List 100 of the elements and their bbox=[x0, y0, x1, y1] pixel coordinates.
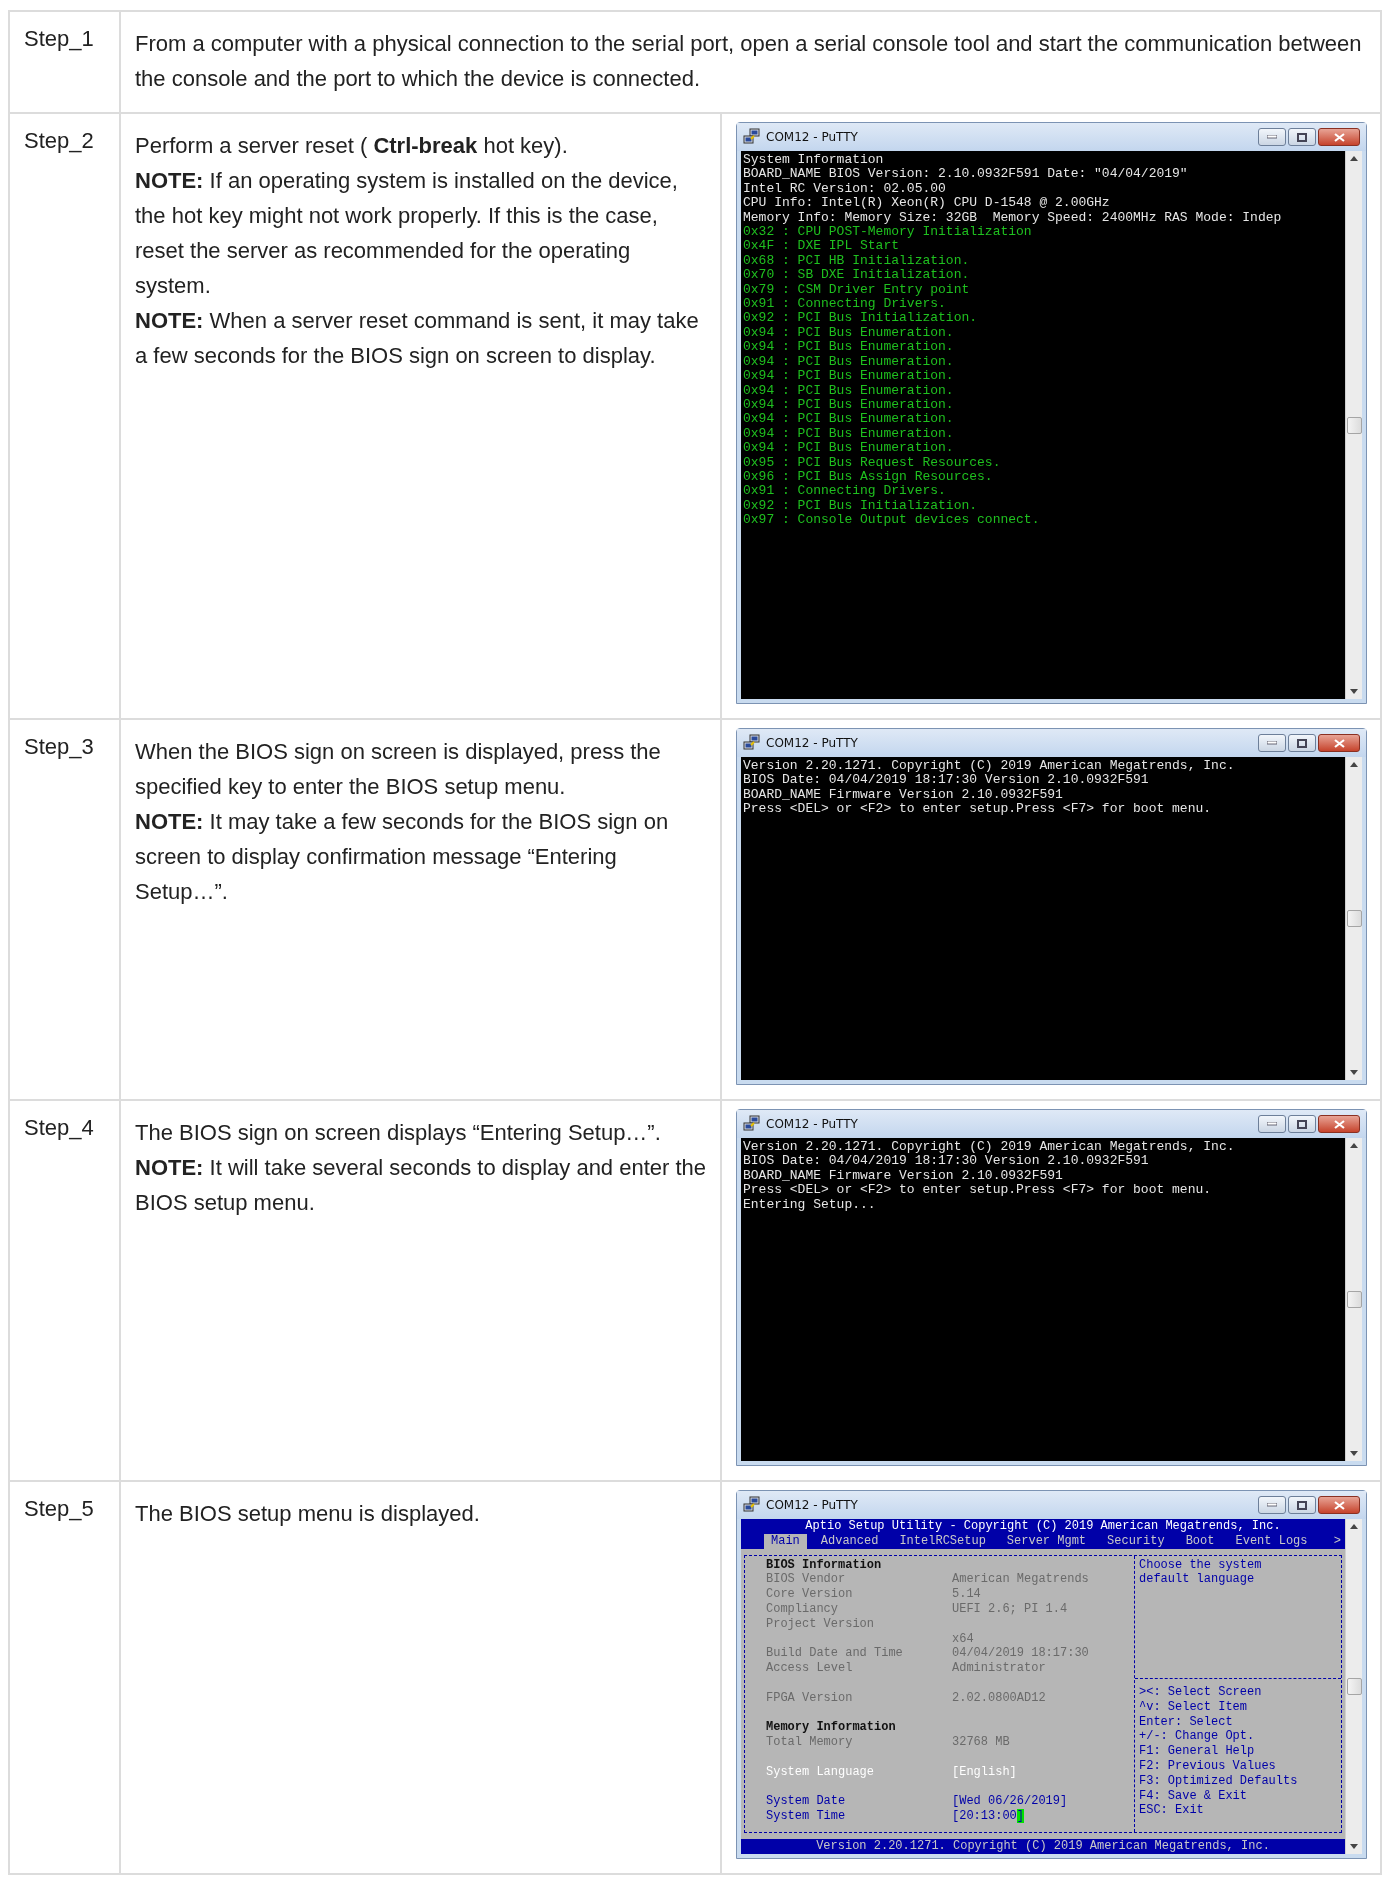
bios-item-label: Build Date and Time bbox=[766, 1646, 903, 1661]
key-hint: ><: Select Screen bbox=[1138, 1685, 1263, 1700]
scroll-up-arrow-icon[interactable] bbox=[1350, 1143, 1358, 1148]
bios-tab[interactable]: IntelRCSetup bbox=[892, 1533, 993, 1549]
scroll-down-arrow-icon[interactable] bbox=[1350, 1451, 1358, 1456]
close-button[interactable] bbox=[1318, 734, 1360, 752]
step-text: NOTE: When a server reset command is sent, it may take a few seconds for the BIOS sign on screen to display. bbox=[135, 307, 700, 370]
window-title: COM12 - PuTTY bbox=[766, 1498, 858, 1512]
bios-tab[interactable]: Security bbox=[1100, 1533, 1172, 1549]
console-line: 0x91 : Connecting Drivers. bbox=[743, 484, 947, 499]
scrollbar-thumb[interactable] bbox=[1346, 1291, 1362, 1308]
console-line: 0x94 : PCI Bus Enumeration. bbox=[743, 369, 955, 384]
minimize-button[interactable] bbox=[1258, 734, 1286, 752]
bios-header: Aptio Setup Utility - Copyright (C) 2019 American Megatrends, Inc. bbox=[741, 1519, 1345, 1534]
scrollbar-thumb[interactable] bbox=[1346, 1678, 1362, 1695]
help-text: Choose the system bbox=[1138, 1557, 1263, 1573]
bios-item-label: System Time bbox=[766, 1809, 846, 1824]
minimize-button[interactable] bbox=[1258, 1115, 1286, 1133]
console-line: 0x94 : PCI Bus Enumeration. bbox=[743, 383, 955, 398]
step-text: Perform a server reset ( Ctrl-break hot key). bbox=[135, 132, 569, 160]
console-line: 0x94 : PCI Bus Enumeration. bbox=[743, 325, 955, 341]
console-line: 0x94 : PCI Bus Enumeration. bbox=[743, 412, 955, 427]
bios-item-value: 04/04/2019 18:17:30 bbox=[952, 1646, 1089, 1662]
console-line: Entering Setup... bbox=[743, 1197, 877, 1213]
console-line: 0x97 : Console Output devices connect. bbox=[743, 513, 1041, 528]
bios-tab[interactable]: Advanced bbox=[813, 1533, 886, 1549]
console-line: Intel RC Version: 02.05.00 bbox=[743, 181, 947, 197]
close-button[interactable] bbox=[1318, 128, 1360, 146]
console-line: BOARD_NAME Firmware Version 2.10.0932F591 bbox=[743, 1168, 1064, 1184]
bios-tab[interactable]: Boot bbox=[1178, 1533, 1222, 1549]
maximize-button[interactable] bbox=[1288, 128, 1316, 146]
console-line: 0x96 : PCI Bus Assign Resources. bbox=[743, 469, 994, 485]
bios-item-value: American Megatrends bbox=[952, 1572, 1089, 1588]
bios-item-label: Compliancy bbox=[766, 1602, 838, 1616]
bios-item-value: UEFI 2.6; PI 1.4 bbox=[952, 1602, 1068, 1617]
bios-item-label: BIOS Information bbox=[766, 1557, 882, 1572]
console-line: System Information bbox=[743, 153, 885, 168]
computers-icon bbox=[743, 734, 761, 752]
console-line: CPU Info: Intel(R) Xeon(R) CPU D-1548 @ 2.00GHz bbox=[743, 196, 1111, 211]
bios-item-value[interactable]: [Wed 06/26/2019] bbox=[952, 1794, 1068, 1810]
console-line: 0x94 : PCI Bus Enumeration. bbox=[743, 340, 955, 355]
console-line: 0x70 : SB DXE Initialization. bbox=[743, 268, 971, 283]
bios-item-value[interactable]: [20:13:00] bbox=[952, 1809, 1024, 1824]
scrollbar[interactable] bbox=[1345, 757, 1362, 1080]
close-button[interactable] bbox=[1318, 1496, 1360, 1514]
minimize-button[interactable] bbox=[1258, 128, 1286, 146]
scroll-up-arrow-icon[interactable] bbox=[1350, 762, 1358, 767]
bios-item-value: 32768 MB bbox=[952, 1735, 1010, 1750]
key-hint: F1: General Help bbox=[1138, 1744, 1256, 1759]
scroll-down-arrow-icon[interactable] bbox=[1350, 1070, 1358, 1075]
help-text: default language bbox=[1138, 1572, 1256, 1588]
scroll-up-arrow-icon[interactable] bbox=[1350, 156, 1358, 161]
bios-tab[interactable]: Event Logs bbox=[1228, 1533, 1315, 1549]
step-label: Step_2 bbox=[24, 128, 94, 153]
console-line: 0x94 : PCI Bus Enumeration. bbox=[743, 426, 955, 442]
console-line: 0x92 : PCI Bus Initialization. bbox=[743, 311, 979, 326]
scrollbar-thumb[interactable] bbox=[1346, 910, 1362, 927]
scrollbar[interactable] bbox=[1345, 1519, 1362, 1854]
bios-item-label: System Date bbox=[766, 1794, 846, 1809]
minimize-button[interactable] bbox=[1258, 1496, 1286, 1514]
console-line: BIOS Date: 04/04/2019 18:17:30 Version 2.10.0932F591 bbox=[743, 773, 1150, 788]
close-icon bbox=[1333, 1500, 1345, 1510]
console-line: Press <DEL> or <F2> to enter setup.Press <F7> for boot menu. bbox=[743, 802, 1213, 817]
bios-item-label: Total Memory bbox=[766, 1735, 853, 1750]
console-line: 0x91 : Connecting Drivers. bbox=[743, 297, 947, 312]
console-line: 0x94 : PCI Bus Enumeration. bbox=[743, 397, 955, 413]
console-line: Version 2.20.1271. Copyright (C) 2019 American Megatrends, Inc. bbox=[743, 759, 1236, 774]
console-line: 0x68 : PCI HB Initialization. bbox=[743, 253, 971, 269]
key-hint: F2: Previous Values bbox=[1138, 1759, 1277, 1774]
bios-item-label: Project Version bbox=[766, 1616, 875, 1631]
maximize-button[interactable] bbox=[1288, 1115, 1316, 1133]
key-hint: Enter: Select bbox=[1138, 1714, 1234, 1730]
console-line: BOARD_NAME BIOS Version: 2.10.0932F591 Date: "04/04/2019" bbox=[743, 167, 1189, 182]
scroll-down-arrow-icon[interactable] bbox=[1350, 1844, 1358, 1849]
maximize-button[interactable] bbox=[1288, 1496, 1316, 1514]
scrollbar[interactable] bbox=[1345, 151, 1362, 699]
bios-item-label: FPGA Version bbox=[766, 1690, 853, 1705]
console-line: BOARD_NAME Firmware Version 2.10.0932F591 bbox=[743, 787, 1064, 803]
minimize-icon bbox=[1267, 741, 1277, 745]
close-button[interactable] bbox=[1318, 1115, 1360, 1133]
step-text: When the BIOS sign on screen is displayed, press the specified key to enter the BIOS setup menu. bbox=[135, 738, 662, 801]
step-text: The BIOS setup menu is displayed. bbox=[135, 1500, 481, 1528]
minimize-icon bbox=[1267, 135, 1277, 139]
bios-item-label: Core Version bbox=[766, 1587, 853, 1602]
window-title: COM12 - PuTTY bbox=[766, 1117, 858, 1131]
scroll-up-arrow-icon[interactable] bbox=[1350, 1524, 1358, 1529]
step-text: NOTE: If an operating system is installed on the device, the hot key might not work properly. If this is the case, reset the server as recommended for the operating system. bbox=[135, 167, 679, 300]
console-line: 0x92 : PCI Bus Initialization. bbox=[743, 498, 979, 514]
window-title: COM12 - PuTTY bbox=[766, 130, 858, 144]
console-line: 0x79 : CSM Driver Entry point bbox=[743, 282, 971, 298]
maximize-button[interactable] bbox=[1288, 734, 1316, 752]
bios-item-value: 2.02.0800AD12 bbox=[952, 1690, 1046, 1706]
maximize-icon bbox=[1297, 132, 1307, 142]
scrollbar-thumb[interactable] bbox=[1346, 416, 1362, 434]
key-hint: ^v: Select Item bbox=[1138, 1699, 1249, 1715]
computers-icon bbox=[743, 1496, 761, 1514]
bios-tab[interactable]: Server Mgmt bbox=[999, 1533, 1094, 1549]
scroll-down-arrow-icon[interactable] bbox=[1350, 689, 1358, 694]
scrollbar[interactable] bbox=[1345, 1138, 1362, 1461]
close-icon bbox=[1333, 738, 1345, 748]
